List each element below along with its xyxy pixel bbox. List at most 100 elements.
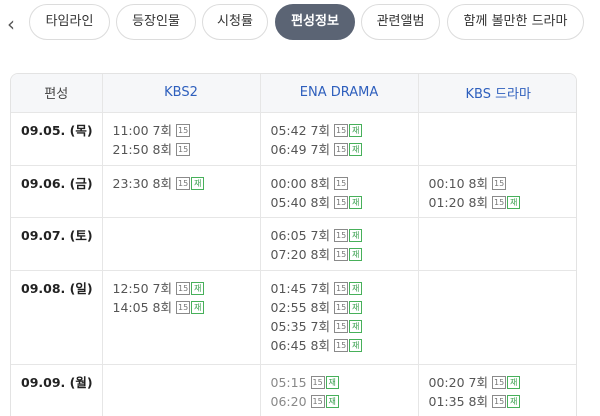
broadcast-slot: 07:20 8회 15 재 [271,245,418,264]
age-rating-badge: 15 [333,176,349,190]
schedule-cell [102,217,261,271]
rerun-badge: 재 [349,338,363,352]
episode-number: 8회 [152,141,172,157]
broadcast-time: 06:45 [270,337,307,353]
age-rating-badge: 15 [175,176,191,190]
broadcast-time: 11:00 [112,122,149,138]
episode-number: 7회 [152,280,172,296]
age-rating-badge: 15 [333,228,349,242]
schedule-cell [418,217,576,271]
tab-bar: ‹ 타임라인 등장인물 시청률 편성정보 관련앨범 함께 볼만한 드라마 [0,0,600,44]
broadcast-slot: 05:15 15 재 [271,373,418,392]
broadcast-slot: 05:40 8회 15 재 [271,193,418,212]
table-row: 09.08. (일) 12:50 7회 15 재 14:05 8회 15 재 01:45 7회 15 재… [11,270,576,365]
broadcast-slot: 23:30 8회 15 재 [113,174,260,193]
schedule-table-card: 편성 KBS2 ENA DRAMA KBS 드라마 09.05. (목) 11:0… [10,73,577,416]
rerun-badge: 재 [325,375,339,389]
header-ena-drama[interactable]: ENA DRAMA [260,74,419,113]
broadcast-slot: 01:35 8회 15 재 [428,392,577,411]
episode-number: 8회 [152,299,172,315]
schedule-cell: 23:30 8회 15 재 [102,165,261,218]
tab-schedule[interactable]: 편성정보 [275,4,355,40]
rerun-badge: 재 [349,247,363,261]
age-rating-badge: 15 [175,123,191,137]
tab-cast[interactable]: 등장인물 [116,4,196,40]
tab-albums[interactable]: 관련앨범 [361,4,440,40]
age-rating-badge: 15 [310,375,325,389]
schedule-date: 09.07. (토) [11,217,103,271]
rerun-badge: 재 [349,228,363,242]
schedule-cell [102,364,261,416]
episode-number: 7회 [468,374,488,390]
episode-number: 8회 [468,393,488,409]
age-rating-badge: 15 [333,300,349,314]
broadcast-time: 06:20 [270,393,307,409]
header-kbs-drama[interactable]: KBS 드라마 [418,74,576,113]
episode-number: 7회 [152,122,172,138]
chevron-left-icon[interactable]: ‹ [3,12,19,36]
age-rating-badge: 15 [310,394,325,408]
broadcast-slot: 11:00 7회 15 [113,121,260,140]
rerun-badge: 재 [349,300,363,314]
age-rating-badge: 15 [333,319,349,333]
age-rating-badge: 15 [175,142,191,156]
table-row: 09.05. (목) 11:00 7회 15 21:50 8회 15 05:42 7회 15 재 06… [11,112,576,166]
broadcast-time: 01:35 [428,393,465,409]
episode-number: 8회 [310,337,330,353]
rerun-badge: 재 [325,394,339,408]
broadcast-time: 14:05 [112,299,149,315]
header-schedule: 편성 [11,74,103,113]
table-row: 09.06. (금) 23:30 8회 15 재 00:00 8회 15 05:40 8회 15 재 0… [11,165,577,218]
tab-related-dramas[interactable]: 함께 볼만한 드라마 [447,4,584,40]
header-row: 편성 KBS2 ENA DRAMA KBS 드라마 [11,74,576,113]
schedule-cell: 05:42 7회 15 재 06:49 7회 15 재 [260,112,419,166]
age-rating-badge: 15 [333,247,349,261]
episode-number: 8회 [152,175,172,191]
episode-number: 7회 [310,318,330,334]
schedule-table: 편성 KBS2 ENA DRAMA KBS 드라마 09.05. (목) 11:0… [11,74,577,416]
rerun-badge: 재 [191,300,205,314]
broadcast-time: 00:20 [428,374,465,390]
episode-number: 8회 [468,194,488,210]
rerun-badge: 재 [507,394,521,408]
broadcast-slot: 06:20 15 재 [271,392,418,411]
broadcast-slot: 00:00 8회 15 [271,174,418,193]
schedule-cell [418,270,576,365]
schedule-cell: 00:20 7회 15 재 01:35 8회 15 재 [418,364,577,416]
broadcast-slot: 06:05 7회 15 재 [271,226,418,245]
table-row: 09.09. (월) 05:15 15 재 06:20 15 재 00:20 7회 15 재 01:3… [11,364,577,416]
age-rating-badge: 15 [333,281,349,295]
episode-number: 7회 [310,280,330,296]
schedule-date: 09.05. (목) [11,112,103,166]
broadcast-slot: 12:50 7회 15 재 [113,279,260,298]
broadcast-slot: 05:35 7회 15 재 [271,317,418,336]
age-rating-badge: 15 [333,142,349,156]
rerun-badge: 재 [507,195,521,209]
broadcast-slot: 01:20 8회 15 재 [429,193,577,212]
broadcast-time: 05:42 [270,122,307,138]
header-kbs2[interactable]: KBS2 [102,74,261,113]
age-rating-badge: 15 [333,338,349,352]
schedule-cell: 12:50 7회 15 재 14:05 8회 15 재 [102,270,261,365]
rerun-badge: 재 [191,176,205,190]
episode-number: 8회 [310,194,330,210]
broadcast-time: 23:30 [112,175,149,191]
broadcast-slot: 14:05 8회 15 재 [113,298,260,317]
schedule-cell: 05:15 15 재 06:20 15 재 [260,364,419,416]
broadcast-time: 05:15 [270,374,307,390]
episode-number: 8회 [468,175,488,191]
schedule-cell: 00:10 8회 15 01:20 8회 15 재 [418,165,577,218]
age-rating-badge: 15 [175,281,191,295]
tab-ratings[interactable]: 시청률 [202,4,268,40]
broadcast-slot: 06:45 8회 15 재 [271,336,418,355]
tab-timeline[interactable]: 타임라인 [29,4,110,40]
schedule-cell: 11:00 7회 15 21:50 8회 15 [102,112,261,166]
rerun-badge: 재 [349,195,363,209]
broadcast-slot: 05:42 7회 15 재 [271,121,418,140]
age-rating-badge: 15 [333,195,349,209]
broadcast-slot: 01:45 7회 15 재 [271,279,418,298]
schedule-date: 09.06. (금) [11,165,103,218]
broadcast-slot: 02:55 8회 15 재 [271,298,418,317]
rerun-badge: 재 [349,281,363,295]
episode-number: 8회 [310,246,330,262]
